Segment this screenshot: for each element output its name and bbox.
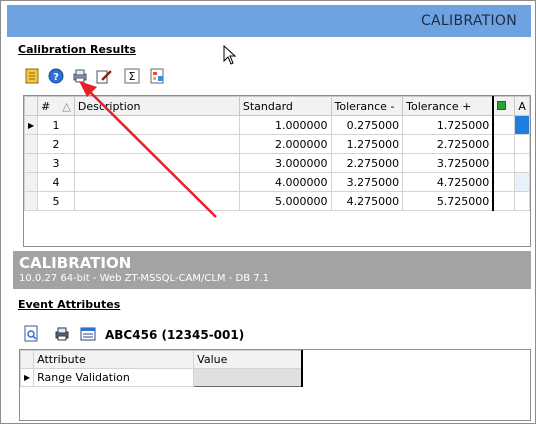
annotation-arrow: [79, 81, 217, 218]
application-window: CALIBRATION Calibration Results ? Σ # △ …: [0, 0, 536, 424]
